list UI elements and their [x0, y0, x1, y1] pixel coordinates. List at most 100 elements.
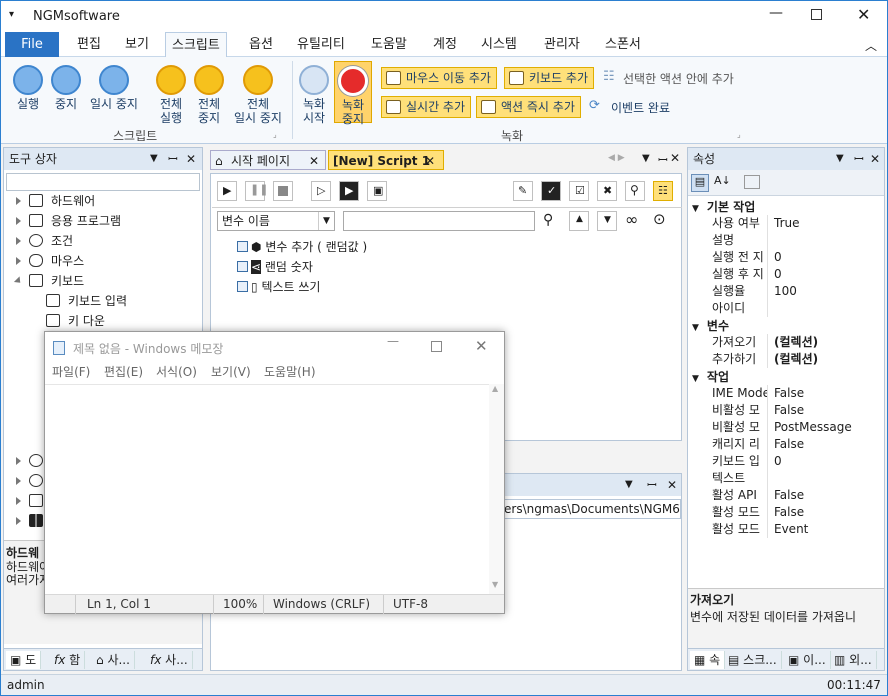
tree-item-mouse[interactable]: 마우스: [16, 251, 84, 271]
menu-edit[interactable]: 편집: [71, 32, 107, 57]
maximize-icon[interactable]: [431, 341, 442, 352]
tree-item-key-down[interactable]: 키 다운: [46, 311, 105, 331]
property-value[interactable]: 0: [774, 249, 782, 266]
close-icon[interactable]: ✕: [309, 151, 319, 171]
tab-image[interactable]: ▣ 이...: [784, 651, 831, 669]
maximize-icon[interactable]: [811, 9, 822, 20]
tree-item-keyboard-input[interactable]: 키보드 입력: [46, 291, 127, 311]
dropdown-icon[interactable]: ▼: [836, 148, 844, 170]
run-all-button[interactable]: 전체 실행: [153, 65, 189, 125]
play-icon[interactable]: ▶: [217, 181, 237, 201]
add-in-selection-button[interactable]: 선택한 액션 안에 추가: [623, 70, 734, 87]
tab-script[interactable]: ▤ 스크...: [724, 651, 782, 669]
step-item[interactable]: ⬢ 변수 추가 ( 랜덤값 ): [237, 237, 367, 257]
step-item[interactable]: ▯ 텍스트 쓰기: [237, 277, 320, 297]
notepad-menu-format[interactable]: 서식(O): [156, 362, 197, 382]
variable-value-input[interactable]: [343, 211, 535, 231]
move-down-icon[interactable]: ▼: [597, 211, 617, 231]
minimize-icon[interactable]: —: [769, 5, 783, 21]
stop-button[interactable]: 중지: [49, 65, 83, 111]
stop-icon[interactable]: [273, 181, 293, 201]
infinity-icon[interactable]: ∞: [625, 210, 638, 229]
property-value[interactable]: Event: [774, 521, 808, 538]
property-section[interactable]: ▼ 변수: [692, 317, 729, 334]
property-row[interactable]: IME Mode False: [712, 385, 884, 402]
tree-item-condition[interactable]: 조건: [16, 231, 73, 251]
property-pages-icon[interactable]: [744, 175, 760, 189]
property-row[interactable]: 실행율 100: [712, 283, 884, 300]
menu-utility[interactable]: 유틸리티: [291, 32, 351, 57]
categorized-icon[interactable]: ▤: [691, 174, 709, 192]
menu-script[interactable]: 스크립트: [165, 32, 227, 57]
tree-item-application[interactable]: 응용 프로그램: [16, 211, 121, 231]
search-icon[interactable]: ⚲: [625, 181, 645, 201]
stop-all-button[interactable]: 전체 중지: [191, 65, 227, 125]
more-icon[interactable]: ⊙: [653, 210, 666, 228]
toolbox-search-input[interactable]: [6, 173, 200, 191]
step-item[interactable]: ⋖ 랜덤 숫자: [237, 257, 313, 277]
property-row[interactable]: 사용 여부 True: [712, 215, 884, 232]
check-all-icon[interactable]: ✓: [541, 181, 561, 201]
menu-options[interactable]: 옵션: [243, 32, 279, 57]
property-value[interactable]: 0: [774, 266, 782, 283]
step-checkbox[interactable]: [237, 281, 248, 292]
property-row[interactable]: 실행 후 지 0: [712, 266, 884, 283]
pin-icon[interactable]: ꟷ: [854, 148, 864, 170]
property-row[interactable]: 설명: [712, 232, 884, 249]
property-row[interactable]: 활성 모드 False: [712, 504, 884, 521]
property-value[interactable]: True: [774, 215, 800, 232]
close-icon[interactable]: ✕: [870, 148, 880, 170]
property-row[interactable]: 추가하기 (컬렉션): [712, 351, 884, 368]
close-icon[interactable]: ✕: [425, 151, 435, 171]
pin-icon[interactable]: ꟷ: [647, 474, 657, 496]
property-value[interactable]: 100: [774, 283, 797, 300]
run-selected-icon[interactable]: ▣: [367, 181, 387, 201]
run-button[interactable]: 실행: [11, 65, 45, 111]
notepad-menu-view[interactable]: 보기(V): [211, 362, 251, 382]
tree-item-keyboard[interactable]: 키보드: [13, 271, 84, 291]
property-row[interactable]: 아이디: [712, 300, 884, 317]
property-value[interactable]: (컬렉션): [774, 351, 818, 368]
property-value[interactable]: 0: [774, 453, 782, 470]
ribbon-collapse-icon[interactable]: ︿: [865, 37, 877, 54]
expand-icon[interactable]: ⌟: [737, 130, 741, 139]
add-realtime-button[interactable]: 실시간 추가: [381, 96, 472, 118]
property-section[interactable]: ▼ 기본 작업: [692, 198, 755, 215]
add-keyboard-button[interactable]: 키보드 추가: [504, 67, 595, 89]
dropdown-icon[interactable]: ▼: [625, 474, 633, 496]
system-menu-icon[interactable]: ▾: [9, 9, 14, 20]
pause-all-button[interactable]: 전체 일시 중지: [229, 65, 287, 125]
minimize-icon[interactable]: —: [387, 334, 399, 348]
tab-external[interactable]: ▥ 외...: [830, 651, 877, 669]
menu-admin[interactable]: 관리자: [538, 32, 586, 57]
notepad-text-area[interactable]: [45, 384, 504, 594]
menu-view[interactable]: 보기: [119, 32, 155, 57]
tab-function[interactable]: fx 함: [50, 651, 86, 669]
menu-help[interactable]: 도움말: [365, 32, 413, 57]
tree-item-hardware[interactable]: 하드웨어: [16, 191, 95, 211]
property-value[interactable]: False: [774, 436, 804, 453]
notepad-menu-edit[interactable]: 편집(E): [104, 362, 143, 382]
tab-start-page[interactable]: ⌂ 시작 페이지 ✕: [210, 150, 326, 170]
notepad-menu-help[interactable]: 도움말(H): [264, 362, 316, 382]
search-icon[interactable]: ⚲: [543, 212, 553, 228]
add-mouse-move-button[interactable]: 마우스 이동 추가: [381, 67, 497, 89]
menu-sponsor[interactable]: 스폰서: [599, 32, 647, 57]
property-section[interactable]: ▼ 작업: [692, 368, 729, 385]
expand-icon[interactable]: ⌟: [273, 130, 277, 139]
scroll-left-icon[interactable]: ◀ ▶: [608, 153, 625, 163]
menu-system[interactable]: 시스템: [475, 32, 523, 57]
close-icon[interactable]: ✕: [667, 474, 677, 496]
property-row[interactable]: 활성 API False: [712, 487, 884, 504]
tab-user[interactable]: ⌂ 사...: [92, 651, 135, 669]
menu-file[interactable]: File: [5, 32, 59, 57]
close-icon[interactable]: ✕: [857, 5, 870, 24]
close-icon[interactable]: ✕: [475, 337, 488, 355]
step-checkbox[interactable]: [237, 261, 248, 272]
property-row[interactable]: 키보드 입 0: [712, 453, 884, 470]
tab-toolbox[interactable]: ▣ 도: [6, 651, 42, 669]
property-row[interactable]: 가져오기 (컬렉션): [712, 334, 884, 351]
notepad-menu-file[interactable]: 파일(F): [52, 362, 90, 382]
property-value[interactable]: False: [774, 504, 804, 521]
delete-icon[interactable]: ✖: [597, 181, 617, 201]
